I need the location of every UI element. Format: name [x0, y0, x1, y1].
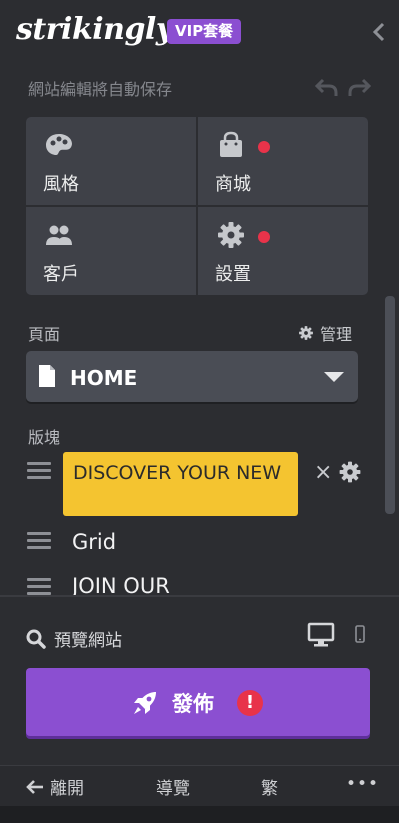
publish-button[interactable]: 發佈 !: [26, 668, 370, 736]
search-icon: [26, 629, 46, 649]
rocket-icon: [134, 692, 156, 714]
selected-page-name: HOME: [70, 366, 138, 390]
store-notification-dot: [258, 141, 270, 153]
palette-icon: [46, 134, 72, 155]
dropdown-caret-icon: [324, 372, 344, 382]
document-icon: [39, 365, 55, 387]
sidebar-scrollbar[interactable]: [385, 296, 395, 514]
tile-settings-label: 設置: [215, 264, 251, 285]
mobile-icon[interactable]: [354, 625, 366, 643]
section-item-grid[interactable]: Grid: [72, 530, 116, 554]
editor-sidebar: strikingly VIP套餐 網站編輯將自動保存 風格 商城 客戶 設置 頁…: [0, 0, 399, 823]
publish-label: 發佈: [172, 692, 214, 716]
exit-button[interactable]: 離開: [26, 774, 84, 799]
section-list: DISCOVER YOUR NEW × Grid JOIN OUR: [0, 448, 384, 595]
tile-style-label: 風格: [43, 174, 79, 195]
collapse-chevron-icon[interactable]: [369, 20, 389, 44]
settings-notification-dot: [258, 231, 270, 243]
shopping-bag-icon: [220, 131, 242, 157]
drag-handle-icon[interactable]: [27, 462, 51, 480]
tour-button[interactable]: 導覽: [156, 774, 190, 799]
bottom-strip: [0, 806, 399, 823]
more-options-icon[interactable]: •••: [346, 774, 379, 794]
tile-store[interactable]: 商城: [198, 117, 368, 205]
preview-site-button[interactable]: 預覽網站: [26, 626, 122, 651]
tile-style[interactable]: 風格: [26, 117, 196, 205]
vip-plan-badge[interactable]: VIP套餐: [167, 19, 242, 44]
divider: [0, 595, 399, 597]
autosave-status: 網站編輯將自動保存: [28, 80, 173, 99]
section-item-active[interactable]: DISCOVER YOUR NEW: [63, 452, 298, 516]
preview-label: 預覽網站: [54, 631, 122, 651]
close-section-icon[interactable]: ×: [314, 460, 332, 485]
manage-label: 管理: [320, 325, 353, 344]
section-settings-gear-icon[interactable]: [338, 460, 362, 484]
tile-store-label: 商城: [215, 174, 251, 195]
exit-label: 離開: [50, 779, 84, 799]
pages-heading: 頁面: [28, 325, 61, 344]
tile-settings[interactable]: 設置: [198, 207, 368, 295]
manage-gear-icon: [299, 326, 313, 340]
language-button[interactable]: 繁: [261, 774, 278, 799]
tile-customers-label: 客戶: [43, 264, 79, 285]
tile-customers[interactable]: 客戶: [26, 207, 196, 295]
redo-icon[interactable]: [346, 76, 372, 98]
alert-icon: !: [237, 690, 263, 716]
section-item-label: DISCOVER YOUR NEW: [73, 462, 282, 484]
strikingly-logo: strikingly: [16, 12, 173, 47]
page-selector-dropdown[interactable]: HOME: [26, 351, 358, 402]
section-item-join[interactable]: JOIN OUR: [72, 574, 170, 595]
drag-handle-icon[interactable]: [27, 532, 51, 550]
gear-icon: [218, 222, 244, 248]
desktop-icon[interactable]: [307, 622, 335, 648]
manage-pages-button[interactable]: 管理: [298, 321, 352, 345]
users-icon: [46, 225, 72, 245]
arrow-left-icon: [26, 779, 43, 794]
sections-heading: 版塊: [28, 428, 61, 447]
undo-icon[interactable]: [314, 76, 340, 98]
bottom-toolbar: 離開 導覽 繁 •••: [0, 765, 399, 806]
drag-handle-icon[interactable]: [27, 578, 51, 595]
